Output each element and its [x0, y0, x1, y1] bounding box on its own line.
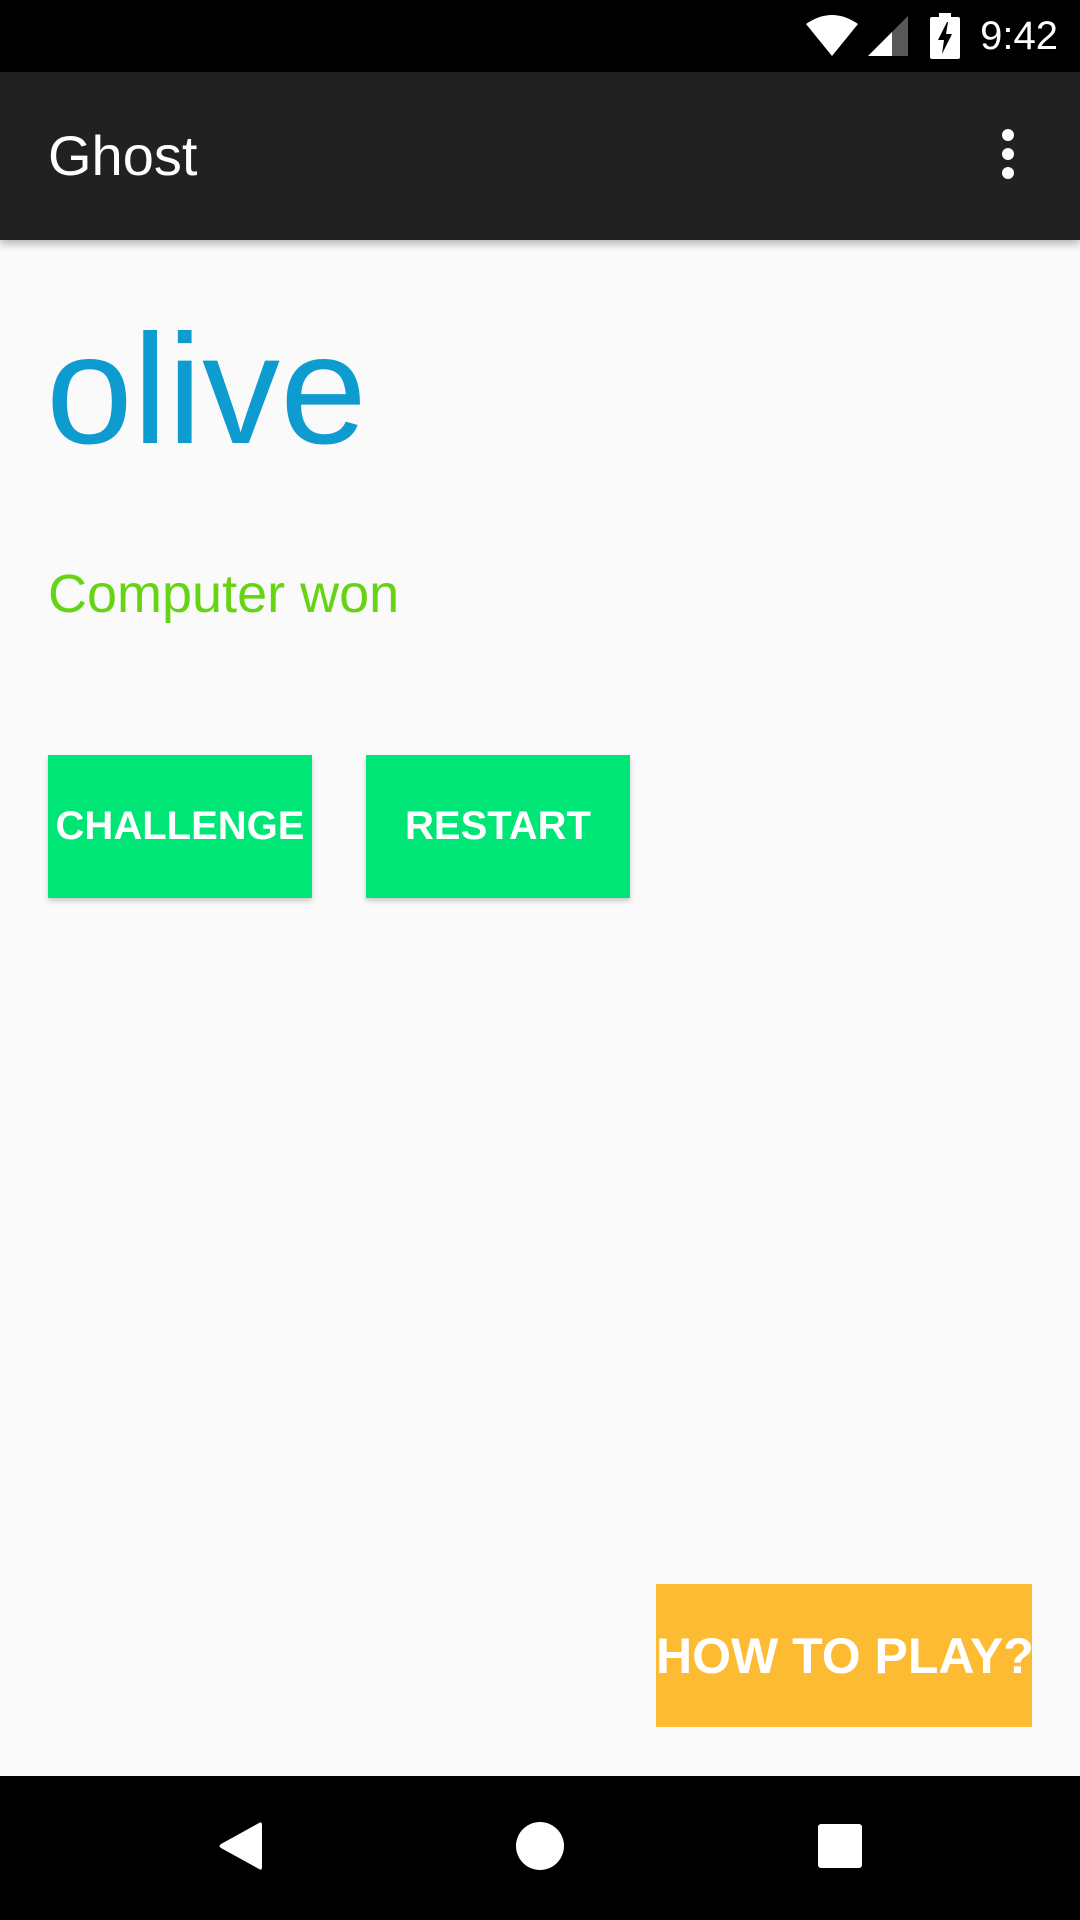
- more-vert-icon: [998, 128, 1018, 185]
- home-icon: [514, 1820, 566, 1877]
- current-word: olive: [46, 303, 367, 477]
- recents-button[interactable]: [790, 1798, 890, 1898]
- back-button[interactable]: [190, 1798, 290, 1898]
- cell-signal-icon: [866, 14, 910, 58]
- screen: 9:42 Ghost olive Computer won CHALLENGE …: [0, 0, 1080, 1920]
- status-time: 9:42: [980, 13, 1058, 58]
- recents-icon: [817, 1823, 863, 1874]
- home-button[interactable]: [490, 1798, 590, 1898]
- status-icons: 9:42: [804, 0, 1058, 72]
- app-bar: Ghost: [0, 72, 1080, 240]
- back-icon: [215, 1819, 265, 1878]
- app-title: Ghost: [48, 124, 198, 187]
- wifi-icon: [804, 14, 860, 58]
- status-bar: 9:42: [0, 0, 1080, 72]
- navigation-bar: [0, 1776, 1080, 1920]
- game-status: Computer won: [48, 564, 400, 624]
- overflow-menu-button[interactable]: [960, 108, 1056, 204]
- battery-charging-icon: [930, 13, 961, 59]
- restart-button[interactable]: RESTART: [366, 755, 630, 898]
- challenge-button[interactable]: CHALLENGE: [48, 755, 312, 898]
- how-to-play-button[interactable]: HOW TO PLAY?: [656, 1584, 1032, 1727]
